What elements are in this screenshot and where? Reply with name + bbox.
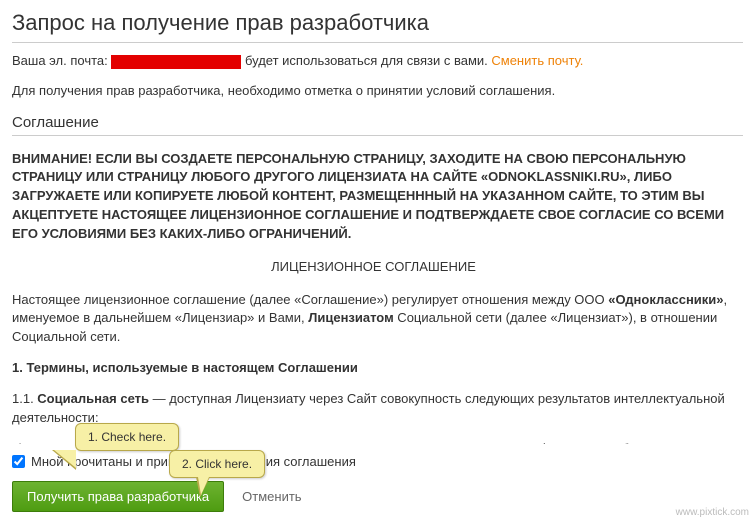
requirement-note: Для получения прав разработчика, необход… (12, 83, 743, 98)
agreement-h1: 1. Термины, используемые в настоящем Сог… (12, 359, 735, 378)
email-suffix: будет использоваться для связи с вами. (241, 53, 491, 68)
email-line: Ваша эл. почта: будет использоваться для… (12, 53, 743, 69)
callout-1-text: 1. Check here. (88, 430, 166, 444)
watermark: www.pixtick.com (676, 507, 749, 518)
email-redacted (111, 55, 241, 69)
callout-tail-icon (196, 477, 210, 497)
agreement-warning: ВНИМАНИЕ! ЕСЛИ ВЫ СОЗДАЕТЕ ПЕРСОНАЛЬНУЮ … (12, 150, 735, 244)
page-title: Запрос на получение прав разработчика (12, 10, 743, 43)
agreement-scrollbox[interactable]: ВНИМАНИЕ! ЕСЛИ ВЫ СОЗДАЕТЕ ПЕРСОНАЛЬНУЮ … (12, 144, 743, 444)
cancel-button[interactable]: Отменить (242, 489, 301, 504)
annotation-callout-1: 1. Check here. (75, 423, 179, 451)
submit-button[interactable]: Получить права разработчика (12, 481, 224, 512)
callout-2-text: 2. Click here. (182, 457, 252, 471)
license-title: ЛИЦЕНЗИОННОЕ СОГЛАШЕНИЕ (12, 258, 735, 277)
agree-checkbox[interactable] (12, 455, 25, 468)
annotation-callout-2: 2. Click here. (169, 450, 265, 478)
callout-tail-icon (52, 450, 76, 470)
email-prefix: Ваша эл. почта: (12, 53, 111, 68)
agreement-intro: Настоящее лицензионное соглашение (далее… (12, 291, 735, 348)
change-email-link[interactable]: Сменить почту. (491, 53, 583, 68)
agreement-section-title: Соглашение (12, 114, 743, 136)
